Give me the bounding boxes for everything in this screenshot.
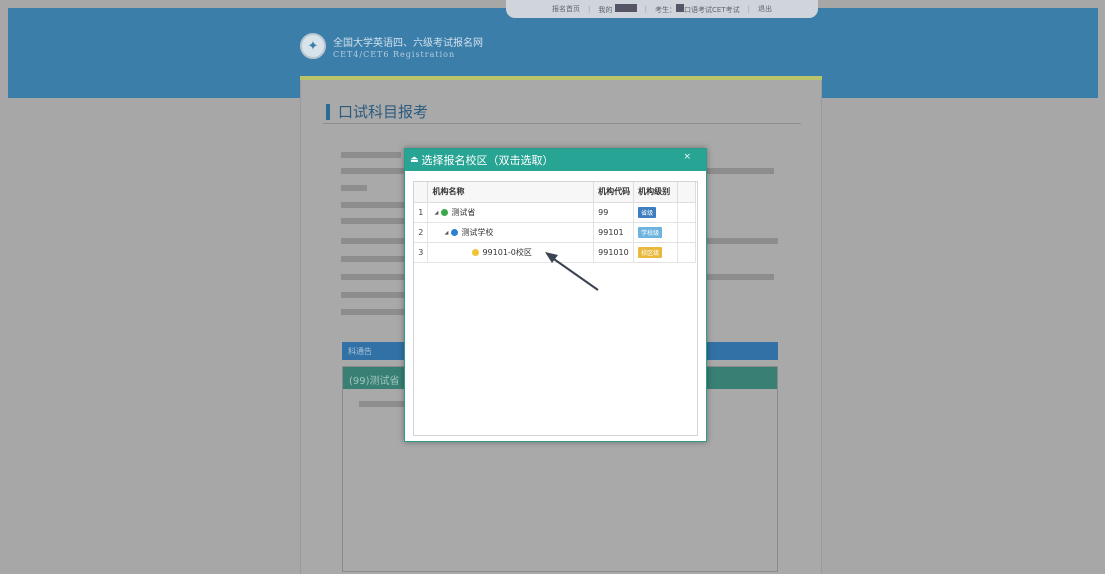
notice-text-line — [341, 185, 367, 191]
institution-tree-grid: 机构名称 机构代码 机构级别 1 ◢ 测试省 99 省级 2 ◢ 测试学校 9910… — [413, 181, 698, 436]
select-campus-dialog: ⏏ 选择报名校区（双击选取） × 机构名称 机构代码 机构级别 1 ◢ 测试省 9… — [404, 148, 707, 442]
page-title: 口试科目报考 — [326, 101, 428, 122]
table-row[interactable]: 2 ◢ 测试学校 99101 学校级 — [414, 222, 696, 243]
notice-text-line — [341, 218, 405, 224]
user-toolbar: 报名首页 | 我的 | 考生： 口语考试CET考试 | 退出 — [506, 0, 818, 18]
separator: | — [588, 5, 591, 13]
column-header-code[interactable]: 机构代码 — [593, 182, 635, 203]
institution-name: 99101-0校区 — [482, 247, 532, 257]
separator: | — [747, 5, 750, 13]
site-subtitle: CET4/CET6 Registration — [333, 50, 456, 59]
notice-text-line — [341, 256, 405, 262]
empty-cell — [677, 222, 696, 243]
level-badge: 学校级 — [638, 226, 663, 238]
expand-arrow-icon[interactable]: ◢ — [444, 230, 448, 236]
row-number: 2 — [414, 222, 429, 243]
empty-cell — [677, 202, 696, 223]
page-title-text: 口试科目报考 — [338, 103, 429, 121]
close-button[interactable]: × — [683, 152, 691, 162]
table-row[interactable]: 1 ◢ 测试省 99 省级 — [414, 202, 696, 223]
upload-icon: ⏏ — [410, 155, 419, 165]
notice-text-line — [341, 274, 405, 280]
logout-link[interactable]: 退出 — [758, 4, 772, 14]
title-accent-bar — [326, 103, 330, 120]
institution-name-cell: ◢ 测试学校 — [427, 222, 595, 243]
column-header-blank — [677, 182, 696, 203]
province-node-icon — [441, 208, 449, 216]
institution-name: 测试学校 — [461, 227, 494, 237]
grid-header-row: 机构名称 机构代码 机构级别 — [414, 182, 696, 203]
institution-level: 校区级 — [633, 242, 679, 263]
institution-name-cell: ◢ 测试省 — [427, 202, 595, 223]
institution-code: 991010 — [593, 242, 635, 263]
redacted-block — [676, 3, 684, 12]
dialog-header: ⏏ 选择报名校区（双击选取） × — [405, 149, 706, 171]
notice-text-line — [341, 152, 401, 158]
institution-code: 99101 — [593, 222, 635, 243]
level-badge: 校区级 — [638, 246, 663, 258]
institution-name: 测试省 — [451, 207, 476, 217]
home-link[interactable]: 报名首页 — [552, 4, 580, 14]
row-number: 1 — [414, 202, 429, 223]
table-row[interactable]: 3 99101-0校区 991010 校区级 — [414, 242, 696, 263]
institution-name-cell: 99101-0校区 — [427, 242, 595, 263]
notice-text-line — [341, 309, 405, 315]
notice-text-line — [341, 168, 405, 174]
notice-text-line — [696, 168, 774, 174]
column-header-name[interactable]: 机构名称 — [427, 182, 595, 203]
cet-logo-icon: ✦ — [300, 33, 326, 59]
notice-text-line — [696, 274, 774, 280]
notice-text-line — [341, 238, 405, 244]
school-node-icon — [451, 228, 459, 236]
expand-arrow-icon[interactable]: ◢ — [434, 210, 438, 216]
notice-text-line — [341, 202, 405, 208]
campus-node-icon — [472, 248, 480, 256]
divider — [323, 123, 801, 124]
institution-code: 99 — [593, 202, 635, 223]
institution-level: 学校级 — [633, 222, 679, 243]
page-edge-mark: · — [1100, 2, 1102, 9]
row-number-header — [414, 182, 429, 203]
candidate-info: 考生： 口语考试CET考试 — [655, 3, 740, 14]
site-title: 全国大学英语四、六级考试报名网 — [333, 38, 483, 49]
row-number: 3 — [414, 242, 429, 263]
dialog-title: 选择报名校区（双击选取） — [421, 154, 554, 167]
notice-text-line — [696, 238, 778, 244]
redacted-block — [614, 3, 637, 12]
level-badge: 省级 — [638, 206, 657, 218]
my-link[interactable]: 我的 — [598, 3, 637, 15]
column-header-level[interactable]: 机构级别 — [633, 182, 679, 203]
separator: | — [644, 5, 647, 13]
institution-level: 省级 — [633, 202, 679, 223]
empty-cell — [677, 242, 696, 263]
notice-text-line — [341, 292, 405, 298]
